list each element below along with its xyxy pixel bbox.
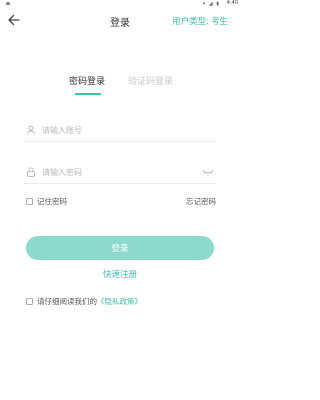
agreement-checkbox[interactable] [26,298,33,305]
user-type-label: 用户类型: [172,17,209,27]
password-input[interactable] [42,163,192,181]
remember-password-checkbox[interactable] [26,198,33,205]
active-tab-indicator [75,93,101,95]
lock-icon [27,167,35,177]
account-field [24,120,216,142]
user-type-value: 考生 [210,17,228,27]
eye-closed-icon[interactable] [202,168,214,176]
login-options: 记住密码 忘记密码 [24,196,216,208]
tab-password-login[interactable]: 密码登录 [69,74,105,87]
privacy-policy-link[interactable]: 《隐私政策》 [97,297,142,306]
forgot-password-link[interactable]: 忘记密码 [186,196,216,207]
password-field [24,162,216,184]
quick-register-link[interactable]: 快速注册 [0,268,240,280]
user-type-selector[interactable]: 用户类型: 考生 [172,15,228,27]
agreement-text: 请仔细阅读我们的 [37,297,97,306]
login-button[interactable]: 登录 [26,236,214,260]
status-bar: ▾ ◢ ▮ 4:40 [0,0,240,8]
user-icon [27,125,35,135]
account-input[interactable] [42,121,192,139]
status-time: 4:40 [226,0,238,6]
tab-code-login[interactable]: 验证码登录 [128,74,173,87]
remember-password-label[interactable]: 记住密码 [37,196,67,207]
header: 登录 用户类型: 考生 [0,8,240,34]
login-tabs: 密码登录 验证码登录 [0,74,240,100]
notification-icon [6,2,10,5]
privacy-agreement: 请仔细阅读我们的《隐私政策》 [24,296,224,308]
status-icons: ▾ ◢ ▮ [202,1,220,7]
